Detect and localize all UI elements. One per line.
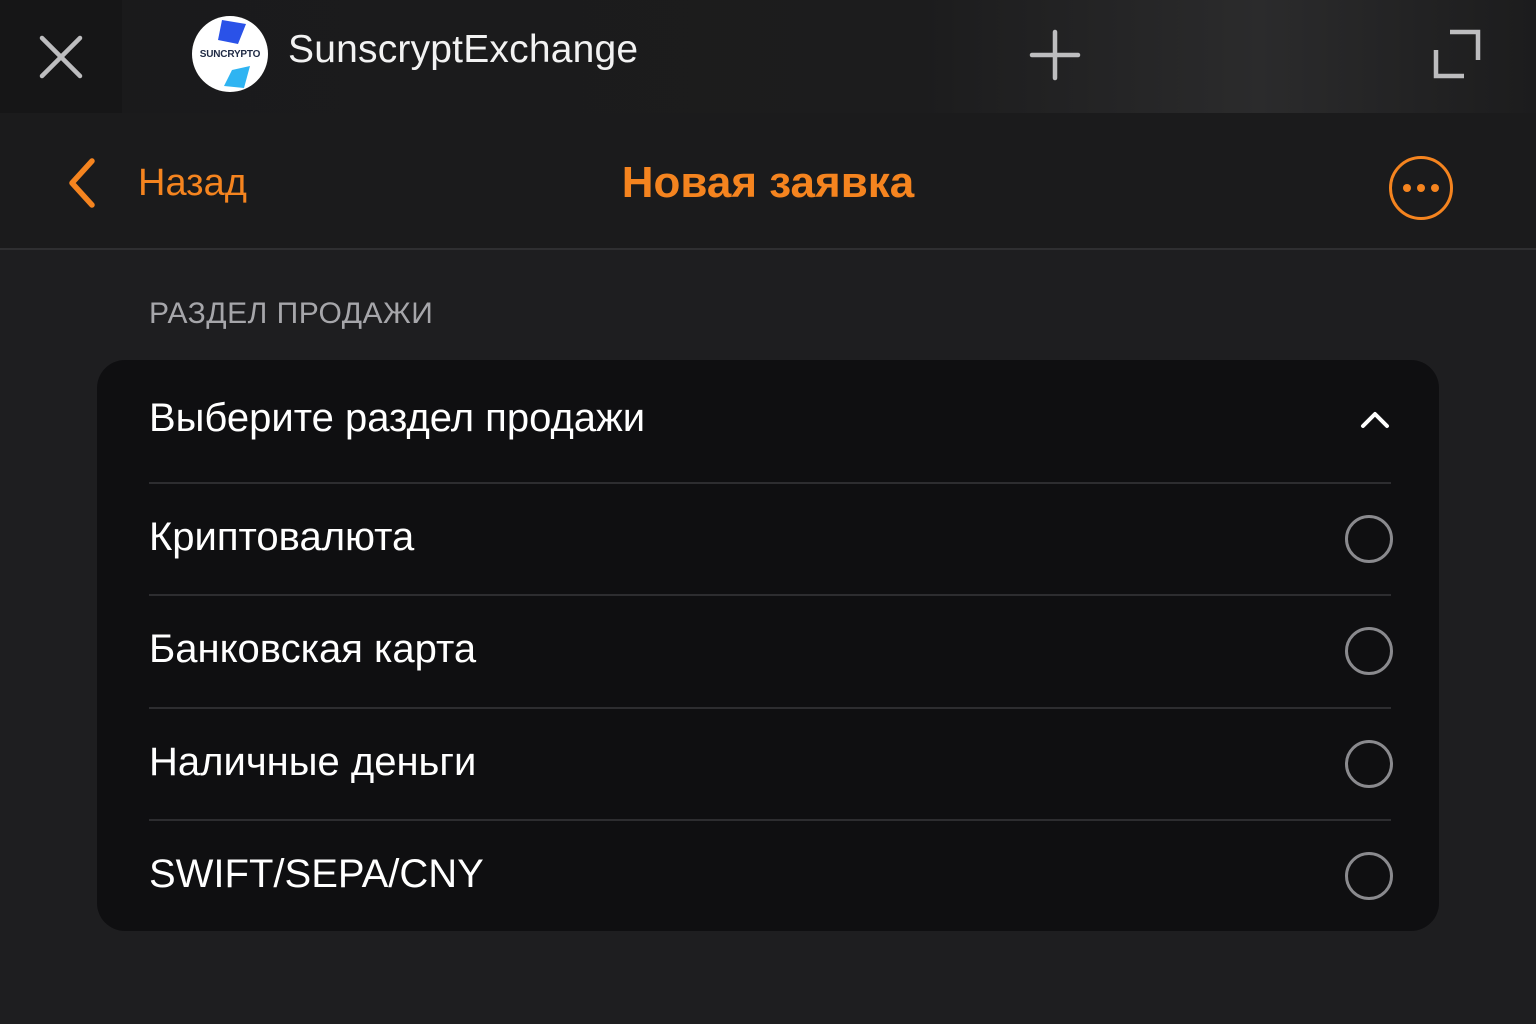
section-label: РАЗДЕЛ ПРОДАЖИ [149, 297, 434, 330]
radio-button[interactable] [1345, 852, 1393, 900]
dropdown-header[interactable]: Выберите раздел продажи [97, 360, 1439, 482]
navigation-bar: Назад Новая заявка [0, 113, 1536, 250]
app-logo: SUNCRYPTO [192, 16, 268, 92]
more-dots-icon [1403, 184, 1439, 192]
option-label: Криптовалюта [149, 515, 415, 559]
radio-button[interactable] [1345, 740, 1393, 788]
close-icon [39, 35, 83, 78]
option-label: SWIFT/SEPA/CNY [149, 852, 484, 896]
chevron-up-icon [1361, 412, 1389, 428]
new-tab-button[interactable] [1026, 26, 1084, 84]
radio-button[interactable] [1345, 515, 1393, 563]
radio-button[interactable] [1345, 627, 1393, 675]
expand-button[interactable] [1428, 26, 1486, 84]
option-cash[interactable]: Наличные деньги [149, 707, 1393, 819]
page-title: Новая заявка [621, 158, 915, 207]
expand-icon [1433, 29, 1481, 79]
option-crypto[interactable]: Криптовалюта [149, 482, 1393, 594]
close-button[interactable] [0, 0, 122, 113]
sale-section-dropdown: Выберите раздел продажи Криптовалюта Бан… [97, 360, 1439, 931]
more-options-button[interactable] [1389, 156, 1453, 220]
option-swift-sepa-cny[interactable]: SWIFT/SEPA/CNY [149, 819, 1393, 931]
app-title: SunscryptExchange [288, 28, 639, 71]
option-label: Наличные деньги [149, 740, 477, 784]
window-top-bar: SUNCRYPTO SunscryptExchange [0, 0, 1536, 113]
dropdown-placeholder: Выберите раздел продажи [149, 396, 646, 440]
plus-icon [1029, 29, 1081, 81]
option-label: Банковская карта [149, 627, 477, 671]
option-bank-card[interactable]: Банковская карта [149, 594, 1393, 706]
logo-text: SUNCRYPTO [199, 48, 261, 60]
